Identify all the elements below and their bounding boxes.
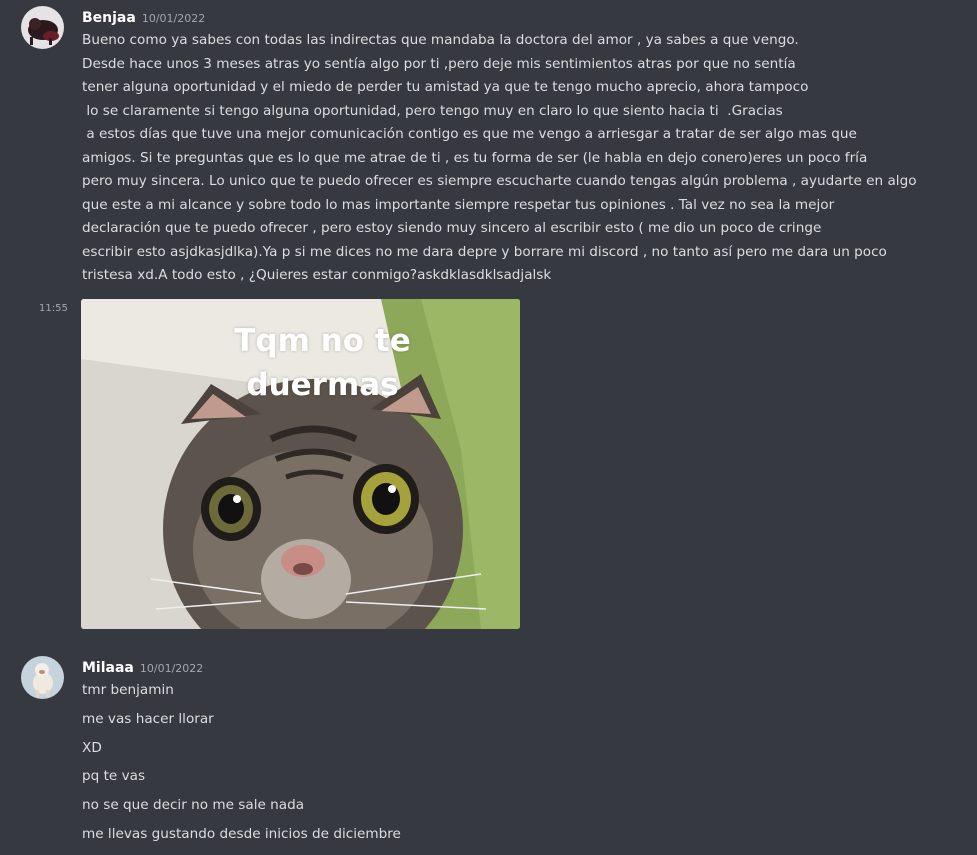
image-attachment[interactable]: Tqm no te duermas: [81, 299, 520, 629]
message-line: tener alguna oportunidad y el miedo de p…: [82, 79, 809, 95]
message-content: tmr benjamin me vas hacer llorar XD pq t…: [82, 676, 401, 849]
message-line: escribir esto asjdkasjdlka).Ya p si me d…: [82, 243, 887, 260]
message-line: declaración que te puedo ofrecer , pero …: [82, 220, 822, 236]
message-content: Bueno como ya sabes con todas las indire…: [82, 29, 917, 288]
avatar[interactable]: [21, 6, 64, 49]
message-line: que este a mi alcance y sobre todo lo ma…: [82, 196, 835, 213]
message-line: Desde hace unos 3 meses atras yo sentía …: [82, 55, 796, 72]
message-line: me llevas gustando desde inicios de dici…: [82, 825, 401, 842]
message-line: amigos. Si te preguntas que es lo que me…: [82, 149, 868, 166]
timestamp: 10/01/2022: [141, 12, 206, 25]
message-line: pq te vas: [82, 768, 146, 785]
meme-caption: Tqm no te duermas: [103, 319, 520, 407]
timestamp: 10/01/2022: [139, 662, 204, 675]
message-line: lo se claramente si tengo alguna oportun…: [82, 102, 783, 119]
username[interactable]: Benjaa: [82, 10, 136, 26]
message-header: Milaaa 10/01/2022: [82, 657, 203, 676]
message-line: tristesa xd.A todo esto , ¿Quieres estar…: [82, 267, 552, 283]
message-line: no se que decir no me sale nada: [82, 797, 305, 814]
message-line: me vas hacer llorar: [82, 710, 214, 727]
username[interactable]: Milaaa: [82, 660, 134, 676]
message-line: tmr benjamin: [82, 682, 174, 698]
message-line: XD: [82, 739, 102, 756]
avatar[interactable]: [21, 656, 64, 699]
meme-caption-line: duermas: [246, 367, 399, 403]
message-line: pero muy sincera. Lo unico que te puedo …: [82, 173, 917, 189]
message-line: a estos días que tuve una mejor comunica…: [82, 126, 857, 142]
avatar-image-icon: [21, 6, 64, 49]
chat-messages: Benjaa 10/01/2022 Bueno como ya sabes con…: [0, 0, 977, 855]
message-header: Benjaa 10/01/2022: [82, 7, 205, 26]
message-line: Bueno como ya sabes con todas las indire…: [82, 32, 799, 48]
message-time: 11:55: [39, 303, 68, 314]
avatar-image-icon: [21, 656, 64, 699]
meme-caption-line: Tqm no te: [234, 323, 411, 359]
